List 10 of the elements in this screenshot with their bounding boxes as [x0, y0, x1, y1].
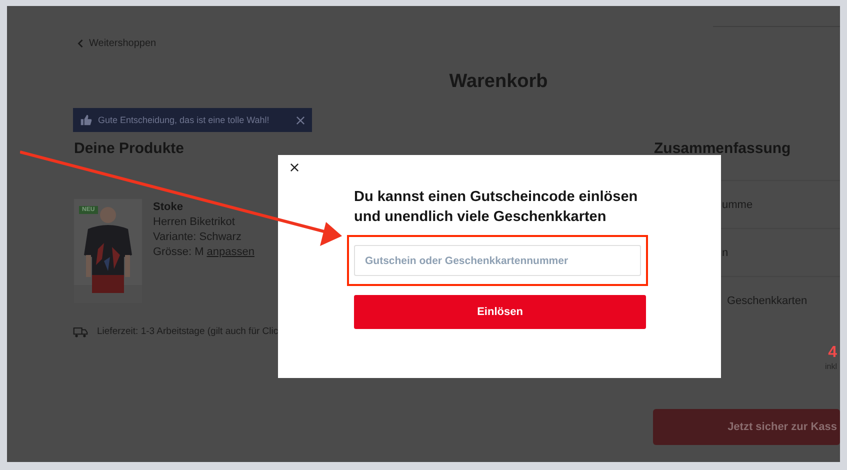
notice-text: Gute Entscheidung, das ist eine tolle Wahl!: [98, 115, 270, 125]
chevron-left-icon: [77, 39, 84, 48]
checkout-button[interactable]: Jetzt sicher zur Kass: [653, 409, 840, 445]
voucher-input[interactable]: Gutschein oder Geschenkkartennummer: [354, 245, 641, 276]
thumbs-up-icon: [80, 114, 92, 126]
redeem-button[interactable]: Einlösen: [354, 295, 646, 329]
total-price: 4: [827, 344, 837, 362]
dialog-heading: Du kannst einen Gutscheincode einlösen und unendlich viele Geschenkkarten: [354, 188, 639, 227]
truck-icon: [73, 325, 88, 338]
close-icon[interactable]: [290, 163, 299, 172]
